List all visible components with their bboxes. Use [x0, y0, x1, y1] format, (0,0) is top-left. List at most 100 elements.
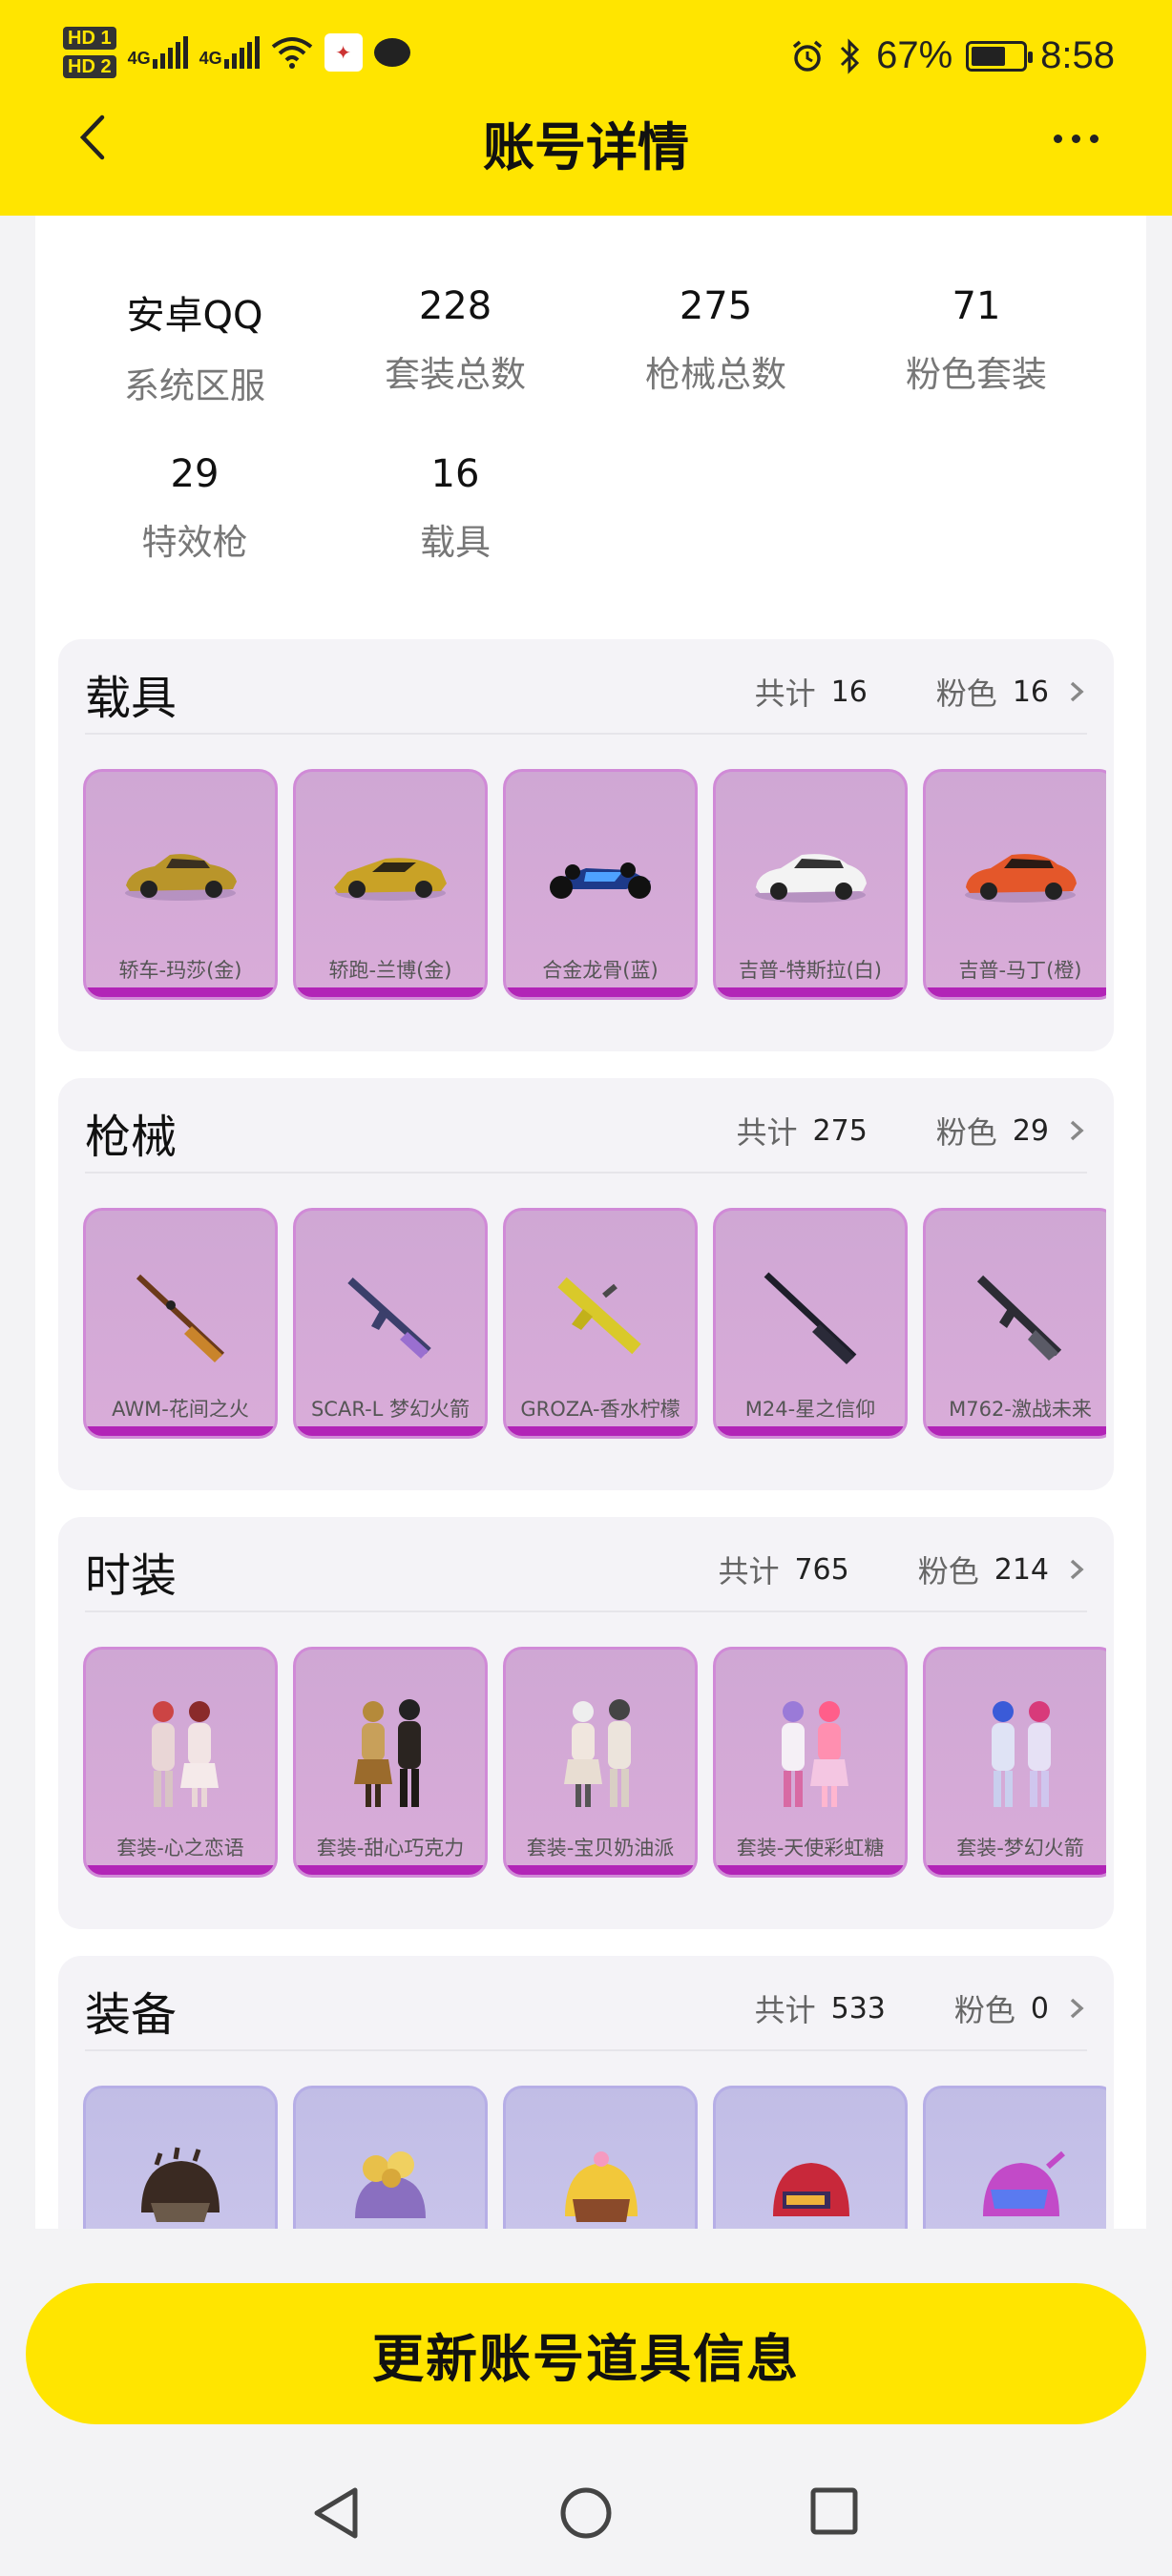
- item-card[interactable]: [713, 2086, 908, 2229]
- chevron-right-icon[interactable]: [1066, 1120, 1087, 1141]
- sniper-rifle-icon: [716, 1249, 905, 1382]
- stat-effect-guns: 29 特效枪: [66, 452, 324, 565]
- item-carousel[interactable]: 套装-心之恋语 套装-甜心巧克力 套装-宝贝奶油派 套装-天使彩虹糖 套装-梦幻…: [83, 1647, 1106, 1881]
- item-card[interactable]: M24-星之信仰: [713, 1208, 908, 1439]
- item-card[interactable]: [923, 2086, 1106, 2229]
- rarity-bar: [716, 987, 905, 997]
- stat-value: 29: [170, 452, 220, 496]
- battery-percent: 67%: [876, 34, 953, 76]
- section-outfits: 时装 共计 765 粉色 214 套装-心之恋语 套装-甜心巧克力 套装-宝贝奶…: [58, 1517, 1114, 1929]
- stat-value: 275: [679, 284, 753, 328]
- item-label: GROZA-香水柠檬: [520, 1398, 680, 1421]
- sniper-rifle-icon: [86, 1249, 275, 1382]
- outfit-icon: [296, 1688, 485, 1821]
- item-card[interactable]: GROZA-香水柠檬: [503, 1208, 698, 1439]
- section-header[interactable]: 时装 共计 765 粉色 214: [85, 1534, 1087, 1612]
- race-car-icon: [506, 810, 695, 944]
- section-header[interactable]: 载具 共计 16 粉色 16: [85, 656, 1087, 735]
- item-card[interactable]: 套装-甜心巧克力: [293, 1647, 488, 1878]
- item-card[interactable]: 轿车-玛莎(金): [83, 769, 278, 1000]
- item-card[interactable]: 轿跑-兰博(金): [293, 769, 488, 1000]
- item-label: 套装-甜心巧克力: [316, 1837, 465, 1859]
- total-count: 765: [794, 1552, 849, 1587]
- dot-icon: [1089, 134, 1099, 143]
- stat-label: 载具: [420, 522, 491, 563]
- rarity-bar: [296, 1426, 485, 1436]
- item-card[interactable]: AWM-花间之火: [83, 1208, 278, 1439]
- section-meta: 共计 765 粉色 214: [718, 1548, 1087, 1591]
- item-card[interactable]: 吉普-马丁(橙): [923, 769, 1106, 1000]
- helmet-icon: [296, 2127, 485, 2229]
- rarity-bar: [506, 1865, 695, 1875]
- item-card[interactable]: 套装-天使彩虹糖: [713, 1647, 908, 1878]
- pink-count: 0: [1030, 1991, 1049, 2025]
- total-label: 共计: [736, 1114, 798, 1151]
- net1-label: 4G: [127, 49, 151, 68]
- assault-rifle-icon: [506, 1249, 695, 1382]
- helmet-icon: [926, 2127, 1106, 2229]
- item-carousel[interactable]: [83, 2086, 1106, 2229]
- item-card[interactable]: [293, 2086, 488, 2229]
- rarity-bar: [506, 987, 695, 997]
- chevron-right-icon[interactable]: [1066, 1998, 1087, 2019]
- item-card[interactable]: [503, 2086, 698, 2229]
- item-label: 套装-梦幻火箭: [956, 1837, 1084, 1859]
- item-card[interactable]: [83, 2086, 278, 2229]
- rarity-bar: [296, 1865, 485, 1875]
- section-header[interactable]: 枪械 共计 275 粉色 29: [85, 1095, 1087, 1174]
- item-card[interactable]: 套装-宝贝奶油派: [503, 1647, 698, 1878]
- item-label: M762-激战未来: [949, 1398, 1092, 1421]
- item-card[interactable]: SCAR-L 梦幻火箭: [293, 1208, 488, 1439]
- car-icon: [86, 810, 275, 944]
- battery-fill: [972, 46, 1005, 66]
- pink-label: 粉色: [953, 1992, 1015, 2028]
- item-label: 套装-宝贝奶油派: [526, 1837, 675, 1859]
- nav-recents-button[interactable]: [807, 2484, 861, 2542]
- clock: 8:58: [1040, 34, 1115, 76]
- total-label: 共计: [754, 675, 816, 712]
- helmet-icon: [506, 2127, 695, 2229]
- rarity-bar: [926, 1426, 1106, 1436]
- item-label: 套装-天使彩虹糖: [736, 1837, 885, 1859]
- total-count: 16: [830, 675, 868, 709]
- item-card[interactable]: 套装-梦幻火箭: [923, 1647, 1106, 1878]
- item-carousel[interactable]: AWM-花间之火 SCAR-L 梦幻火箭 GROZA-香水柠檬 M24-星之信仰…: [83, 1208, 1106, 1443]
- square-recents-icon: [810, 2487, 858, 2535]
- stat-value: 16: [430, 452, 480, 496]
- stat-label: 枪械总数: [645, 354, 786, 395]
- item-carousel[interactable]: 轿车-玛莎(金) 轿跑-兰博(金) 合金龙骨(蓝) 吉普-特斯拉(白) 吉普-马…: [83, 769, 1106, 1004]
- alarm-icon: [792, 40, 823, 72]
- section-header[interactable]: 装备 共计 533 粉色 0: [85, 1973, 1087, 2051]
- stat-label: 系统区服: [124, 365, 265, 406]
- item-label: 轿车-玛莎(金): [118, 959, 242, 982]
- item-card[interactable]: M762-激战未来: [923, 1208, 1106, 1439]
- system-navigation-bar: [0, 2442, 1172, 2576]
- nav-home-button[interactable]: [557, 2484, 615, 2545]
- dot-icon: [1053, 134, 1062, 143]
- chevron-right-icon[interactable]: [1066, 1559, 1087, 1580]
- stat-outfits-total: 228 套装总数: [326, 284, 584, 397]
- hd-icon: HD 1 HD 2: [63, 27, 116, 78]
- signal-icon: 4G: [199, 36, 260, 69]
- stat-label: 套装总数: [385, 354, 526, 395]
- nav-back-button[interactable]: [309, 2484, 363, 2545]
- item-card[interactable]: 吉普-特斯拉(白): [713, 769, 908, 1000]
- item-card[interactable]: 套装-心之恋语: [83, 1647, 278, 1878]
- car-icon: [296, 810, 485, 944]
- chevron-right-icon[interactable]: [1066, 681, 1087, 702]
- suv-icon: [926, 810, 1106, 944]
- stats-grid: 安卓QQ 系统区服 228 套装总数 275 枪械总数 71 粉色套装 29 特…: [35, 216, 1146, 626]
- hd2-badge: HD 2: [63, 55, 116, 78]
- pink-label: 粉色: [935, 1114, 997, 1151]
- status-right: 67% 8:58: [790, 34, 1115, 77]
- update-account-items-button[interactable]: 更新账号道具信息: [26, 2283, 1146, 2424]
- section-title: 枪械: [85, 1111, 178, 1164]
- item-label: M24-星之信仰: [744, 1398, 876, 1421]
- rarity-bar: [926, 1865, 1106, 1875]
- stat-server: 安卓QQ 系统区服: [66, 284, 324, 408]
- rarity-bar: [926, 987, 1106, 997]
- item-card[interactable]: 合金龙骨(蓝): [503, 769, 698, 1000]
- more-options-button[interactable]: [1042, 114, 1109, 162]
- section-guns: 枪械 共计 275 粉色 29 AWM-花间之火 SCAR-L 梦幻火箭 GRO…: [58, 1078, 1114, 1490]
- message-icon: [373, 38, 410, 67]
